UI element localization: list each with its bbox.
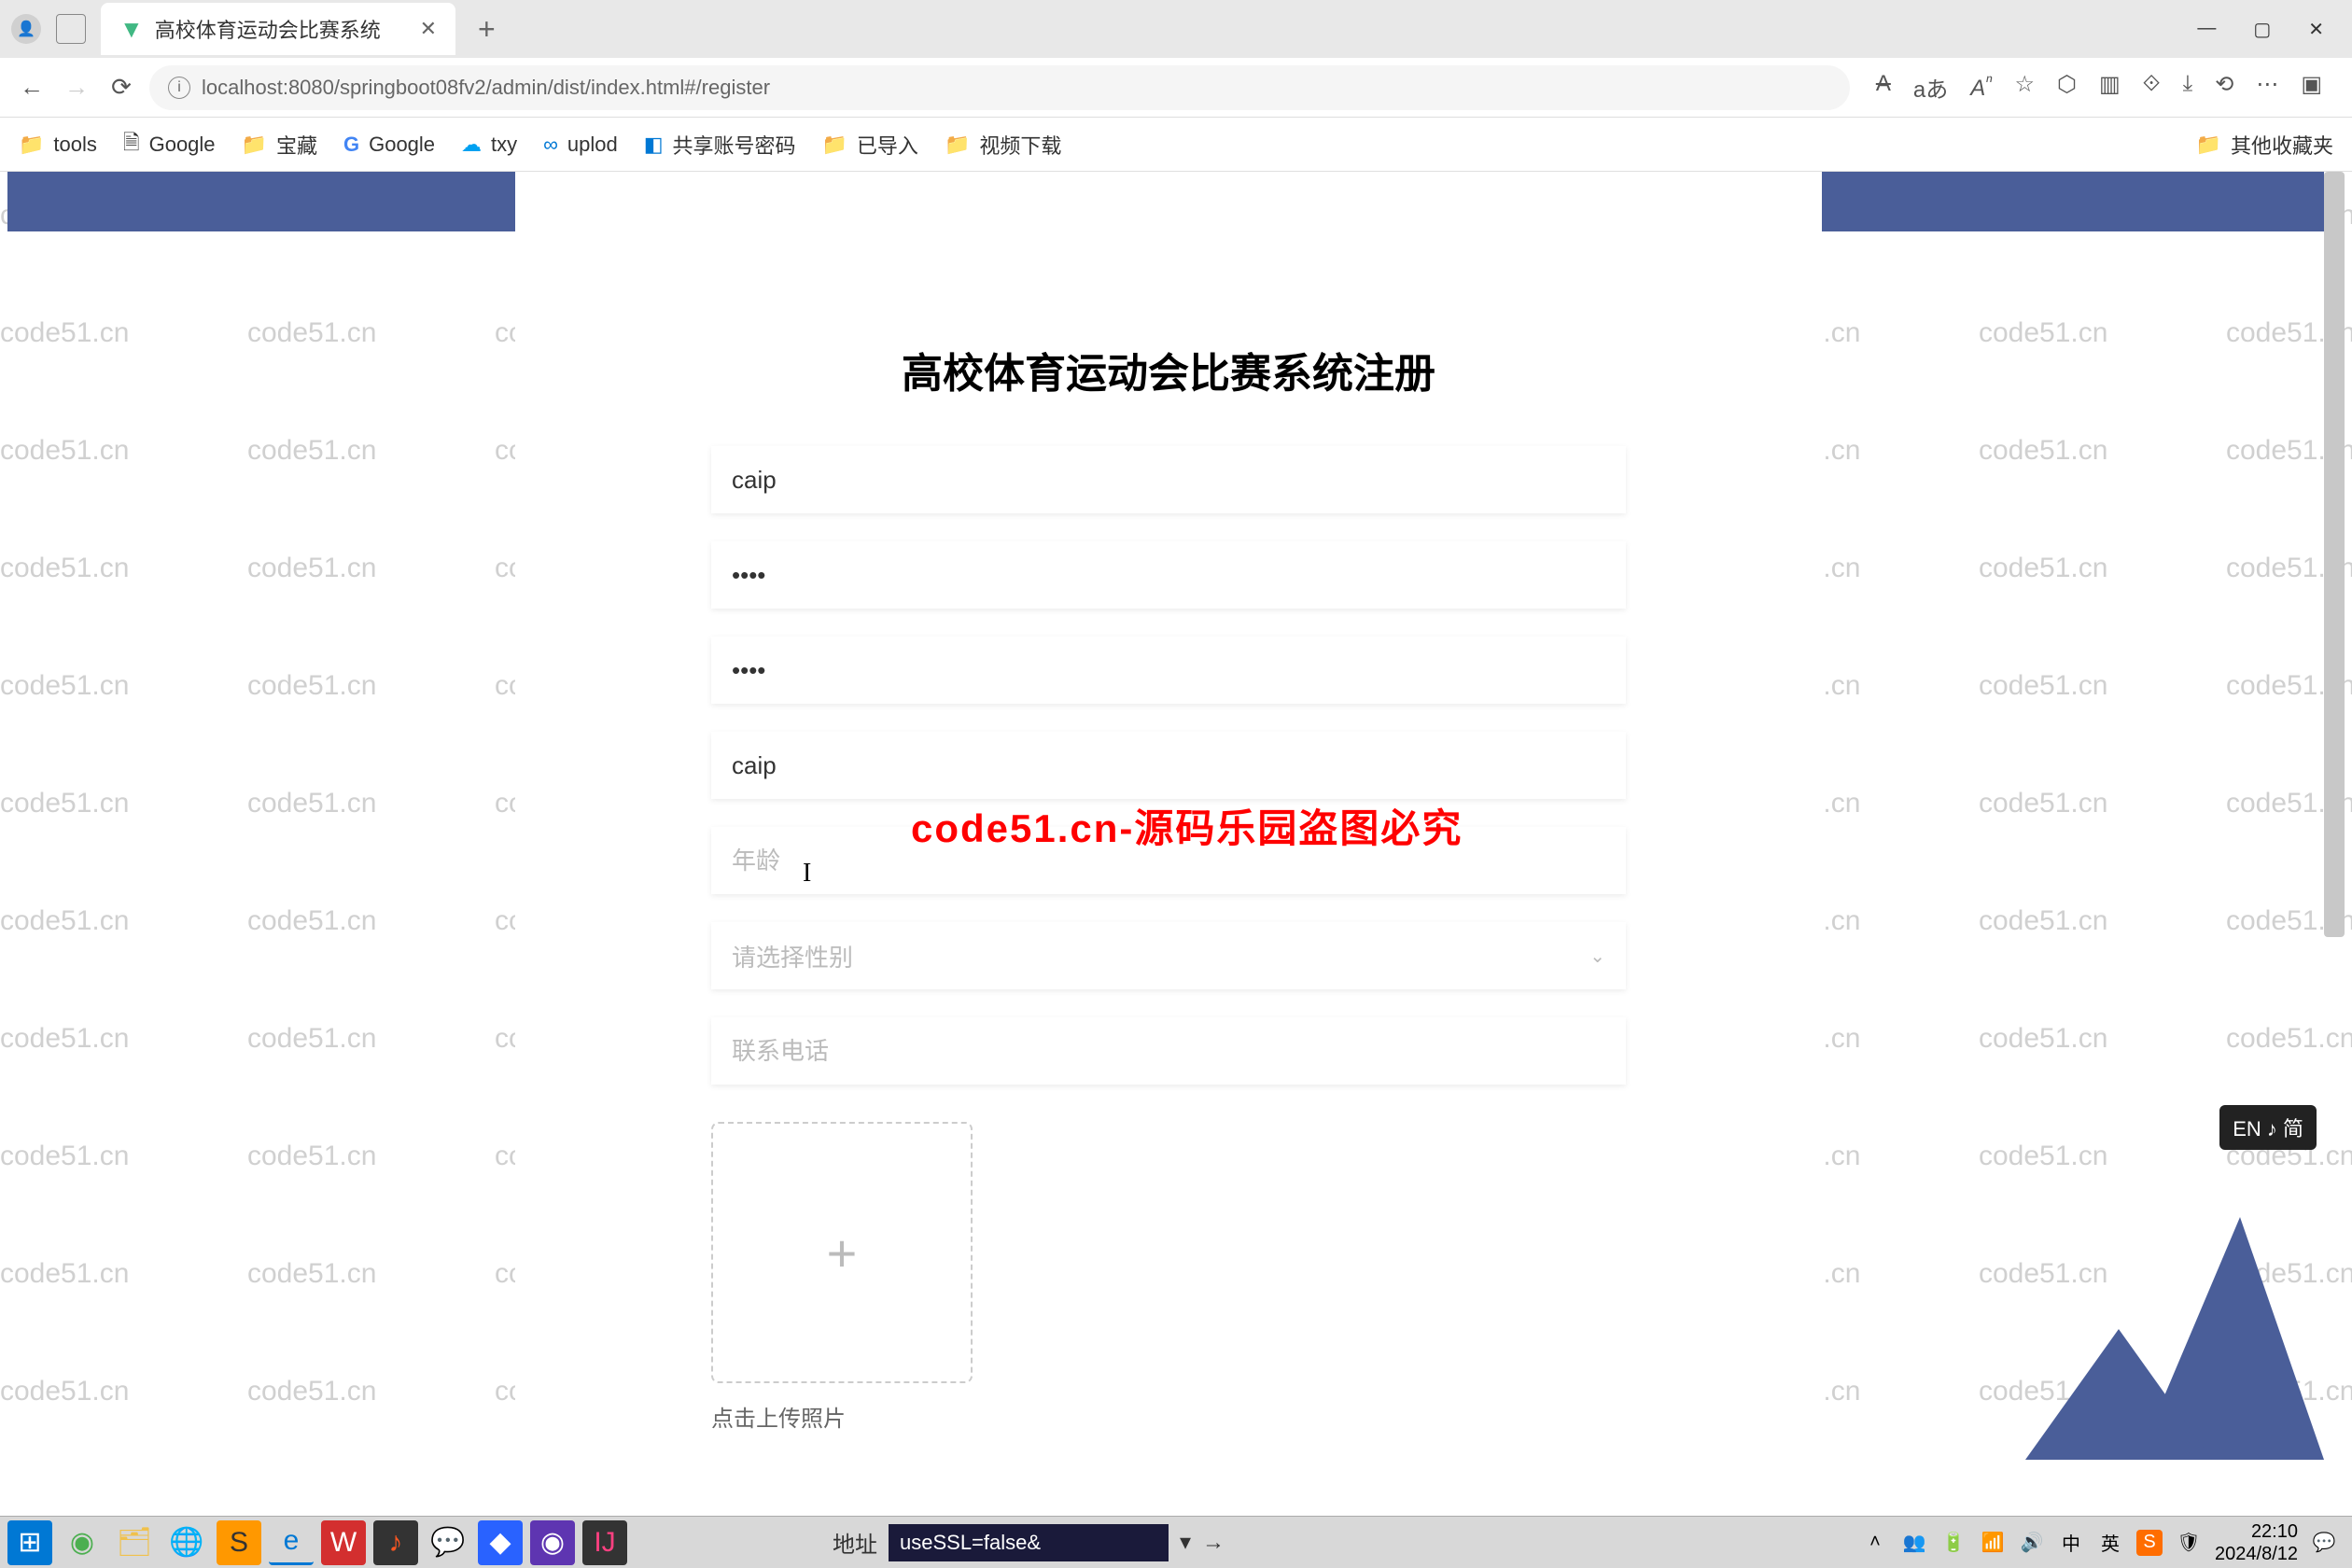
phone-input[interactable] — [711, 1017, 1626, 1085]
split-icon[interactable]: ▣ — [2301, 71, 2322, 104]
favorite-icon[interactable]: ☆ — [2015, 71, 2036, 104]
bookmark-google-doc[interactable]: 🗎Google — [123, 127, 216, 162]
site-info-icon[interactable]: i — [168, 77, 190, 99]
url-text: localhost:8080/springboot08fv2/admin/dis… — [202, 76, 770, 100]
tray-ime-en[interactable]: 英 — [2097, 1530, 2123, 1556]
tray-network-icon[interactable]: 📶 — [1980, 1530, 2006, 1556]
language-badge[interactable]: EN ♪ 简 — [2219, 1105, 2317, 1150]
photo-upload-button[interactable]: + — [711, 1122, 973, 1383]
collections-icon[interactable]: ▥ — [2099, 71, 2121, 104]
taskbar-app-music[interactable]: ♪ — [373, 1520, 418, 1565]
sidebar-icon[interactable]: ⟐ — [2143, 71, 2161, 104]
tray-people-icon[interactable]: 👥 — [1901, 1530, 1927, 1556]
browser-chrome: 👤 ▼ 高校体育运动会比赛系统 ✕ + — ▢ ✕ ← → ⟳ i localh… — [0, 0, 2352, 172]
cloud-icon: ☁ — [461, 133, 482, 157]
text-cursor: I — [803, 859, 811, 889]
address-label: 地址 — [833, 1526, 877, 1559]
bookmark-tools[interactable]: 📁tools — [19, 133, 97, 157]
taskbar-app-browser-360[interactable]: ◉ — [60, 1520, 105, 1565]
page-icon: 🗎 — [123, 127, 140, 162]
upload-label: 点击上传照片 — [711, 1400, 1626, 1433]
app-icon: ◧ — [644, 133, 664, 157]
tray-ime-zh[interactable]: 中 — [2058, 1530, 2084, 1556]
google-icon: G — [343, 133, 359, 157]
mountain-decoration — [2025, 1198, 2324, 1460]
folder-icon: 📁 — [822, 133, 847, 157]
tray-chevron-up-icon[interactable]: ˄ — [1862, 1530, 1888, 1556]
tray-shield-icon[interactable]: 🛡 — [2176, 1530, 2202, 1556]
refresh-button[interactable]: ⟳ — [105, 71, 138, 105]
tray-sogou-icon[interactable]: S — [2136, 1530, 2163, 1556]
bookmark-treasure[interactable]: 📁宝藏 — [242, 130, 317, 160]
register-form: 请选择性别 ⌄ + 点击上传照片 — [711, 446, 1626, 1460]
start-button[interactable]: ⊞ — [7, 1520, 52, 1565]
close-window-button[interactable]: ✕ — [2308, 18, 2324, 41]
profile-icon[interactable]: 👤 — [11, 14, 41, 44]
bookmark-imported[interactable]: 📁已导入 — [822, 130, 918, 160]
minimize-button[interactable]: — — [2197, 18, 2216, 41]
bookmark-video-dl[interactable]: 📁视频下载 — [945, 130, 1061, 160]
url-input[interactable]: i localhost:8080/springboot08fv2/admin/d… — [149, 65, 1850, 110]
taskbar-app-sublime[interactable]: S — [217, 1520, 261, 1565]
plus-icon: + — [827, 1223, 858, 1283]
nickname-input[interactable] — [711, 732, 1626, 799]
window-controls: — ▢ ✕ — [2197, 18, 2352, 41]
vertical-scrollbar[interactable] — [2324, 172, 2345, 937]
bookmarks-bar: 📁tools 🗎Google 📁宝藏 GGoogle ☁txy ∞uplod ◧… — [0, 118, 2352, 172]
downloads-icon[interactable]: ⤓ — [2183, 71, 2193, 104]
sync-icon[interactable]: ⟲ — [2215, 71, 2233, 104]
taskbar-clock[interactable]: 22:10 2024/8/12 — [2215, 1520, 2298, 1565]
maximize-button[interactable]: ▢ — [2253, 18, 2271, 41]
taskbar-app-eclipse[interactable]: ◉ — [530, 1520, 575, 1565]
reader-icon[interactable]: A — [1876, 71, 1891, 104]
bookmark-other[interactable]: 📁其他收藏夹 — [2196, 130, 2333, 160]
taskbar-dropdown-icon[interactable]: ▾ — [1180, 1529, 1191, 1556]
taskbar-app-wechat[interactable]: 💬 — [426, 1520, 470, 1565]
folder-icon: 📁 — [945, 133, 970, 157]
folder-icon: 📁 — [242, 133, 267, 157]
chevron-down-icon: ⌄ — [1589, 945, 1605, 968]
gender-placeholder: 请选择性别 — [732, 939, 853, 973]
taskbar-app-idea[interactable]: IJ — [582, 1520, 627, 1565]
more-icon[interactable]: ⋯ — [2256, 71, 2278, 104]
forward-button[interactable]: → — [60, 71, 93, 105]
password-confirm-input[interactable] — [711, 637, 1626, 704]
tab-overview-button[interactable] — [56, 14, 86, 44]
watermark-overlay-text: code51.cn-源码乐园盗图必究 — [911, 797, 1463, 854]
bookmark-share-pwd[interactable]: ◧共享账号密码 — [644, 130, 796, 160]
taskbar-app-chrome[interactable]: 🌐 — [164, 1520, 209, 1565]
tray-notifications-icon[interactable]: 💬 — [2311, 1530, 2337, 1556]
new-tab-button[interactable]: + — [478, 12, 496, 47]
close-icon[interactable]: ✕ — [420, 17, 437, 41]
taskbar-address-input[interactable] — [889, 1524, 1169, 1561]
tray-volume-icon[interactable]: 🔊 — [2019, 1530, 2045, 1556]
extensions-icon[interactable]: ⬡ — [2057, 71, 2077, 104]
browser-tab[interactable]: ▼ 高校体育运动会比赛系统 ✕ — [101, 3, 455, 55]
taskbar-app-edge[interactable]: e — [269, 1520, 314, 1565]
taskbar-app-explorer[interactable]: 🗂 — [112, 1520, 157, 1565]
page-content: code51.cncode51.cncode51.cncode51.cncode… — [0, 172, 2352, 1460]
username-input[interactable] — [711, 446, 1626, 513]
translate-icon[interactable]: aあ — [1913, 71, 1948, 104]
link-icon: ∞ — [543, 133, 558, 157]
folder-icon: 📁 — [19, 133, 44, 157]
page-title: 高校体育运动会比赛系统注册 — [515, 340, 1822, 399]
gender-select[interactable]: 请选择性别 ⌄ — [711, 922, 1626, 989]
bookmark-google[interactable]: GGoogle — [343, 133, 435, 157]
vue-icon: ▼ — [119, 15, 144, 44]
tab-bar: 👤 ▼ 高校体育运动会比赛系统 ✕ + — ▢ ✕ — [0, 0, 2352, 58]
font-size-icon[interactable]: Aⁿ — [1970, 71, 1992, 104]
tray-battery-icon[interactable]: 🔋 — [1940, 1530, 1967, 1556]
address-bar: ← → ⟳ i localhost:8080/springboot08fv2/a… — [0, 58, 2352, 118]
windows-taskbar: ⊞ ◉ 🗂 🌐 S e W ♪ 💬 ◆ ◉ IJ 地址 ▾ → ˄ 👥 🔋 📶 … — [0, 1516, 2352, 1568]
password-input[interactable] — [711, 541, 1626, 609]
taskbar-app-wps[interactable]: W — [321, 1520, 366, 1565]
taskbar-app-navicat[interactable]: ◆ — [478, 1520, 523, 1565]
back-button[interactable]: ← — [15, 71, 49, 105]
taskbar-go-icon[interactable]: → — [1202, 1530, 1225, 1556]
tab-title: 高校体育运动会比赛系统 — [155, 14, 381, 44]
folder-icon: 📁 — [2196, 133, 2221, 157]
bookmark-txy[interactable]: ☁txy — [461, 133, 517, 157]
bookmark-uplod[interactable]: ∞uplod — [543, 133, 618, 157]
